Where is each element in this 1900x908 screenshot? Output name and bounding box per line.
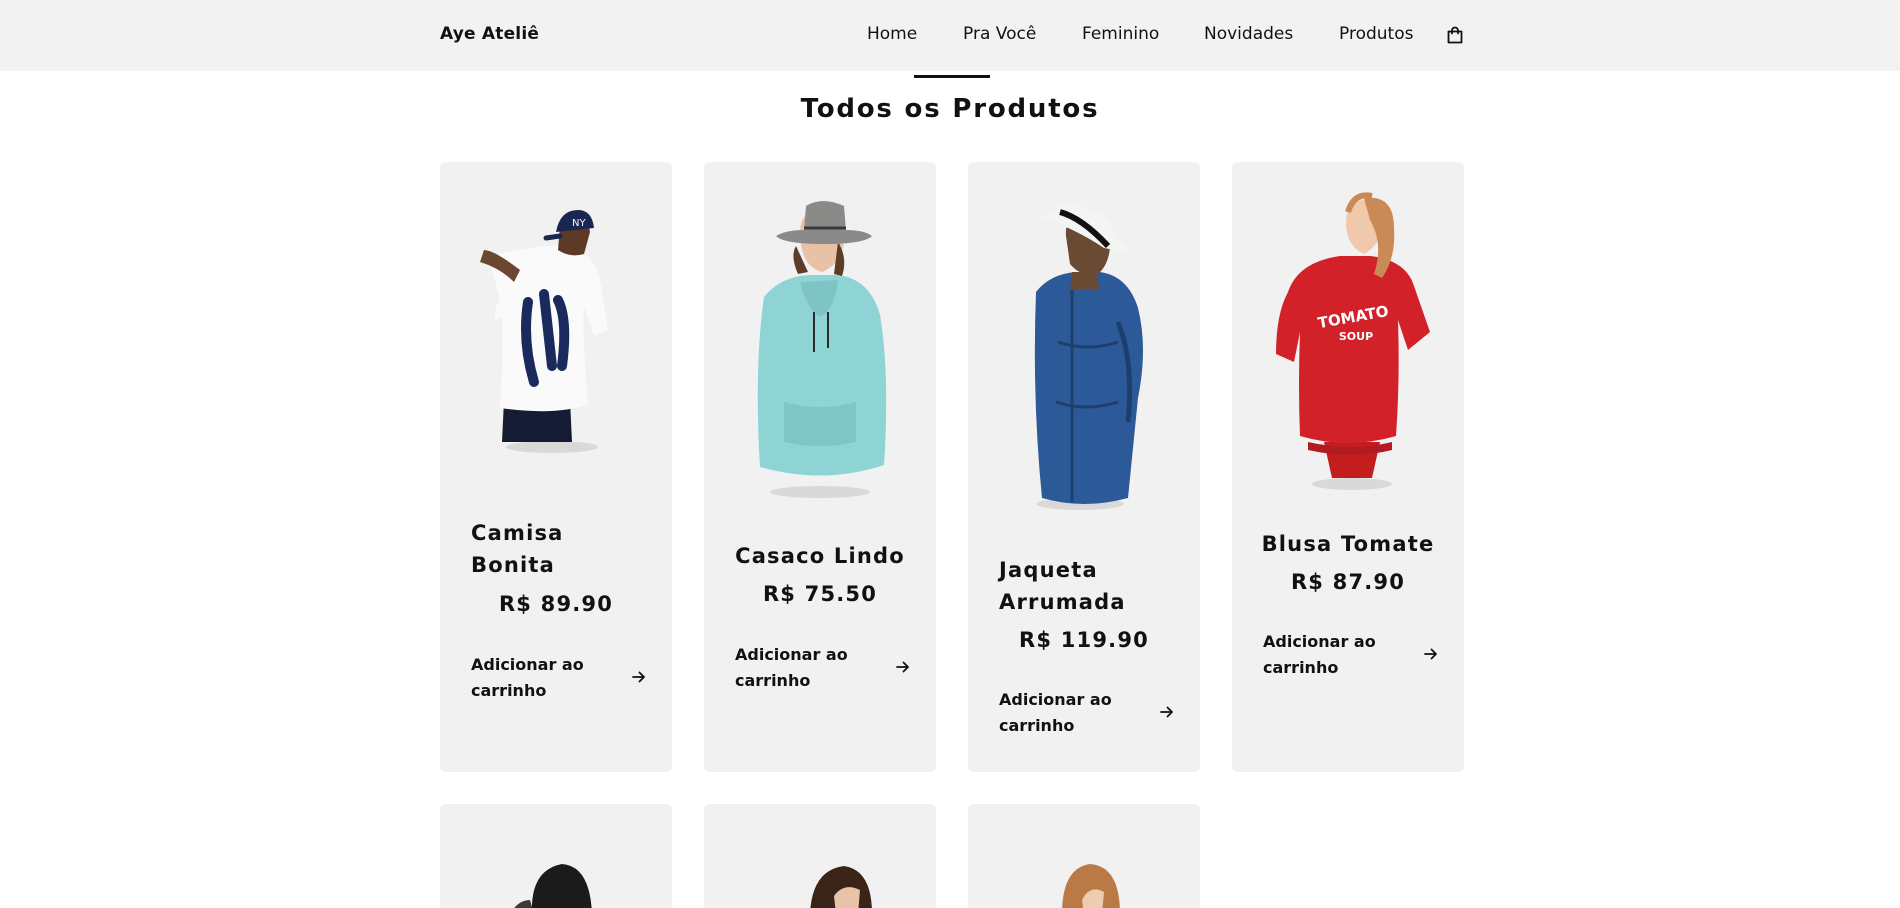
svg-text:SOUP: SOUP xyxy=(1339,330,1373,343)
arrow-right-icon xyxy=(1424,648,1437,660)
add-to-cart-label: Adicionar ao carrinho xyxy=(999,690,1112,735)
product-price: R$ 87.90 xyxy=(1290,570,1406,594)
arrow-right-icon xyxy=(1160,706,1173,718)
page-title: Todos os Produtos xyxy=(800,94,1100,124)
product-image-casaco-lindo xyxy=(757,201,887,498)
product-card: TOMATO SOUP Blusa Tomate R$ 87.90 Adicio… xyxy=(1232,162,1464,772)
title-underline xyxy=(914,75,990,78)
nav-pra-voce[interactable]: Pra Você xyxy=(963,24,1036,44)
product-card: Jaqueta Arrumada R$ 119.90 Adicionar ao … xyxy=(968,162,1200,772)
product-card xyxy=(440,804,672,908)
main-nav: Home Pra Você Feminino Novidades Produto… xyxy=(0,24,1900,48)
product-price: R$ 75.50 xyxy=(762,582,878,606)
product-image-person-curly-blonde-hair xyxy=(1062,864,1120,908)
shopping-bag-icon[interactable] xyxy=(1445,25,1465,45)
add-to-cart-button[interactable]: Adicionar ao carrinho xyxy=(999,687,1174,739)
arrow-right-icon xyxy=(896,661,909,673)
nav-home[interactable]: Home xyxy=(867,24,917,44)
product-name: Camisa Bonita xyxy=(471,521,564,577)
product-price: R$ 89.90 xyxy=(498,592,614,616)
product-image-person-dark-hair xyxy=(514,864,592,908)
add-to-cart-button[interactable]: Adicionar ao carrinho xyxy=(735,642,910,694)
add-to-cart-label: Adicionar ao carrinho xyxy=(471,655,584,700)
site-header: Aye Ateliê Home Pra Você Feminino Novida… xyxy=(0,0,1900,71)
product-price: R$ 119.90 xyxy=(1019,628,1149,652)
nav-produtos[interactable]: Produtos xyxy=(1339,24,1413,44)
product-image-person-brown-hair xyxy=(810,866,872,908)
product-card: Casaco Lindo R$ 75.50 Adicionar ao carri… xyxy=(704,162,936,772)
product-name: Blusa Tomate xyxy=(1261,532,1435,556)
product-card xyxy=(704,804,936,908)
add-to-cart-label: Adicionar ao carrinho xyxy=(735,645,848,690)
svg-text:NY: NY xyxy=(572,218,586,229)
add-to-cart-button[interactable]: Adicionar ao carrinho xyxy=(1263,629,1438,681)
arrow-right-icon xyxy=(632,671,645,683)
product-card: NY Camisa Bonita R$ 89.90 Adicionar ao c… xyxy=(440,162,672,772)
add-to-cart-label: Adicionar ao carrinho xyxy=(1263,632,1376,677)
product-name: Casaco Lindo xyxy=(735,544,905,568)
product-card xyxy=(968,804,1200,908)
nav-feminino[interactable]: Feminino xyxy=(1082,24,1159,44)
product-image-jaqueta-arrumada xyxy=(1034,204,1143,510)
nav-novidades[interactable]: Novidades xyxy=(1204,24,1293,44)
product-image-camisa-bonita: NY xyxy=(480,210,608,453)
product-image-blusa-tomate: TOMATO SOUP xyxy=(1276,192,1430,490)
add-to-cart-button[interactable]: Adicionar ao carrinho xyxy=(471,652,646,704)
product-name: Jaqueta Arrumada xyxy=(999,558,1126,614)
